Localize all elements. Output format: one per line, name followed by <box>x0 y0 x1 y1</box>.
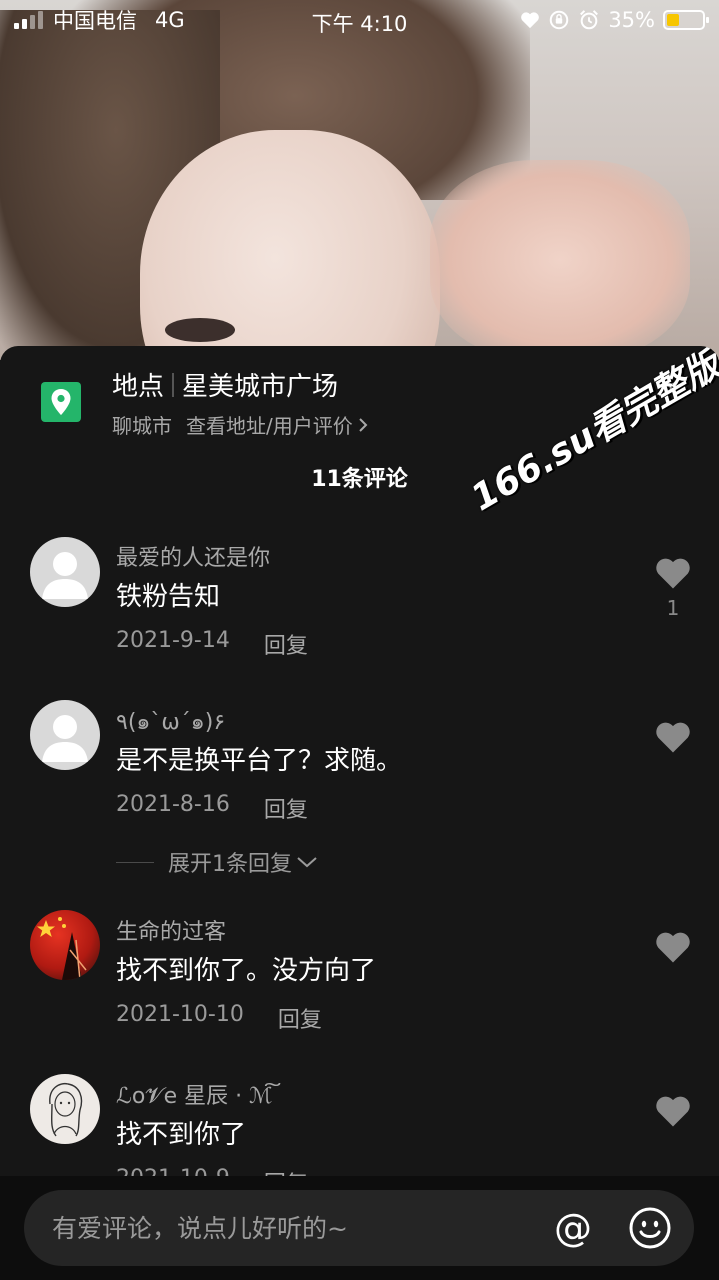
flag-avatar-icon <box>37 917 87 980</box>
location-title: 地点 星美城市广场 <box>112 366 338 403</box>
avatar[interactable] <box>30 700 100 770</box>
emoji-icon[interactable] <box>628 1206 672 1250</box>
comment-count: 11条评论 <box>311 467 408 492</box>
status-bar: 中国电信 4G 下午 4:10 35% <box>0 0 719 40</box>
comment-username[interactable]: 生命的过客 <box>116 914 226 946</box>
location-city: 聊城市 <box>112 414 172 438</box>
comment-date: 2021-9-14 <box>116 628 230 653</box>
like-heart-icon[interactable] <box>654 1094 692 1128</box>
comment-text: 是不是换平台了？求随。 <box>116 746 403 776</box>
comment-input-bar: @ <box>0 1176 719 1280</box>
heart-status-icon <box>521 12 540 29</box>
reply-button[interactable]: 回复 <box>278 1002 322 1034</box>
video-background[interactable] <box>0 0 719 360</box>
comment-username[interactable]: 最爱的人还是你 <box>116 540 270 572</box>
reply-button[interactable]: 回复 <box>264 792 308 824</box>
like-heart-icon[interactable] <box>654 930 692 964</box>
like-heart-icon[interactable] <box>654 556 692 590</box>
location-name: 星美城市广场 <box>182 372 339 402</box>
sketch-avatar-icon <box>49 1082 83 1137</box>
like-heart-icon[interactable] <box>654 720 692 754</box>
like-count: 1 <box>666 596 680 620</box>
comment-date: 2021-8-16 <box>116 792 230 817</box>
battery-percent: 35% <box>608 8 655 32</box>
expand-replies-button[interactable]: 展开1条回复 <box>116 846 318 878</box>
comment-username[interactable]: ℒo𝓥e 星辰 · ℳ͠ <box>116 1078 273 1110</box>
comment-input-box[interactable]: @ <box>24 1190 694 1266</box>
avatar[interactable] <box>30 537 100 607</box>
expand-divider <box>116 861 154 863</box>
comment-date: 2021-10-10 <box>116 1002 244 1027</box>
signal-icon <box>14 11 43 29</box>
title-separator <box>172 372 175 397</box>
default-avatar-icon <box>42 715 88 762</box>
comment-username[interactable]: ٩(๑`ω´๑)۶ <box>116 704 225 739</box>
battery-icon <box>663 10 709 30</box>
location-subtitle: 聊城市 查看地址/用户评价 <box>112 410 369 439</box>
avatar[interactable] <box>30 1074 100 1144</box>
comment-sheet: 地点 星美城市广场 聊城市 查看地址/用户评价 11条评论 最爱的人还是你 铁粉… <box>0 346 719 1280</box>
avatar[interactable] <box>30 910 100 980</box>
mention-button[interactable]: @ <box>554 1206 592 1250</box>
comment-text: 找不到你了。没方向了 <box>116 956 377 986</box>
comment-input[interactable] <box>52 1208 532 1248</box>
location-label: 地点 <box>112 372 165 402</box>
reply-button[interactable]: 回复 <box>264 628 308 660</box>
expand-replies-label: 展开1条回复 <box>168 852 292 877</box>
video-hand <box>430 160 690 360</box>
comment-text: 铁粉告知 <box>116 582 221 612</box>
default-avatar-icon <box>42 552 88 599</box>
chevron-down-icon <box>297 857 317 868</box>
location-link[interactable]: 查看地址/用户评价 <box>186 410 353 439</box>
carrier-name: 中国电信 <box>53 9 137 33</box>
comment-text: 找不到你了 <box>116 1120 247 1150</box>
map-pin-icon <box>41 382 81 422</box>
network-type: 4G <box>155 8 185 32</box>
video-eye-left <box>165 318 235 342</box>
orientation-lock-icon <box>550 10 569 30</box>
chevron-right-icon <box>359 417 368 432</box>
alarm-icon <box>580 10 599 30</box>
